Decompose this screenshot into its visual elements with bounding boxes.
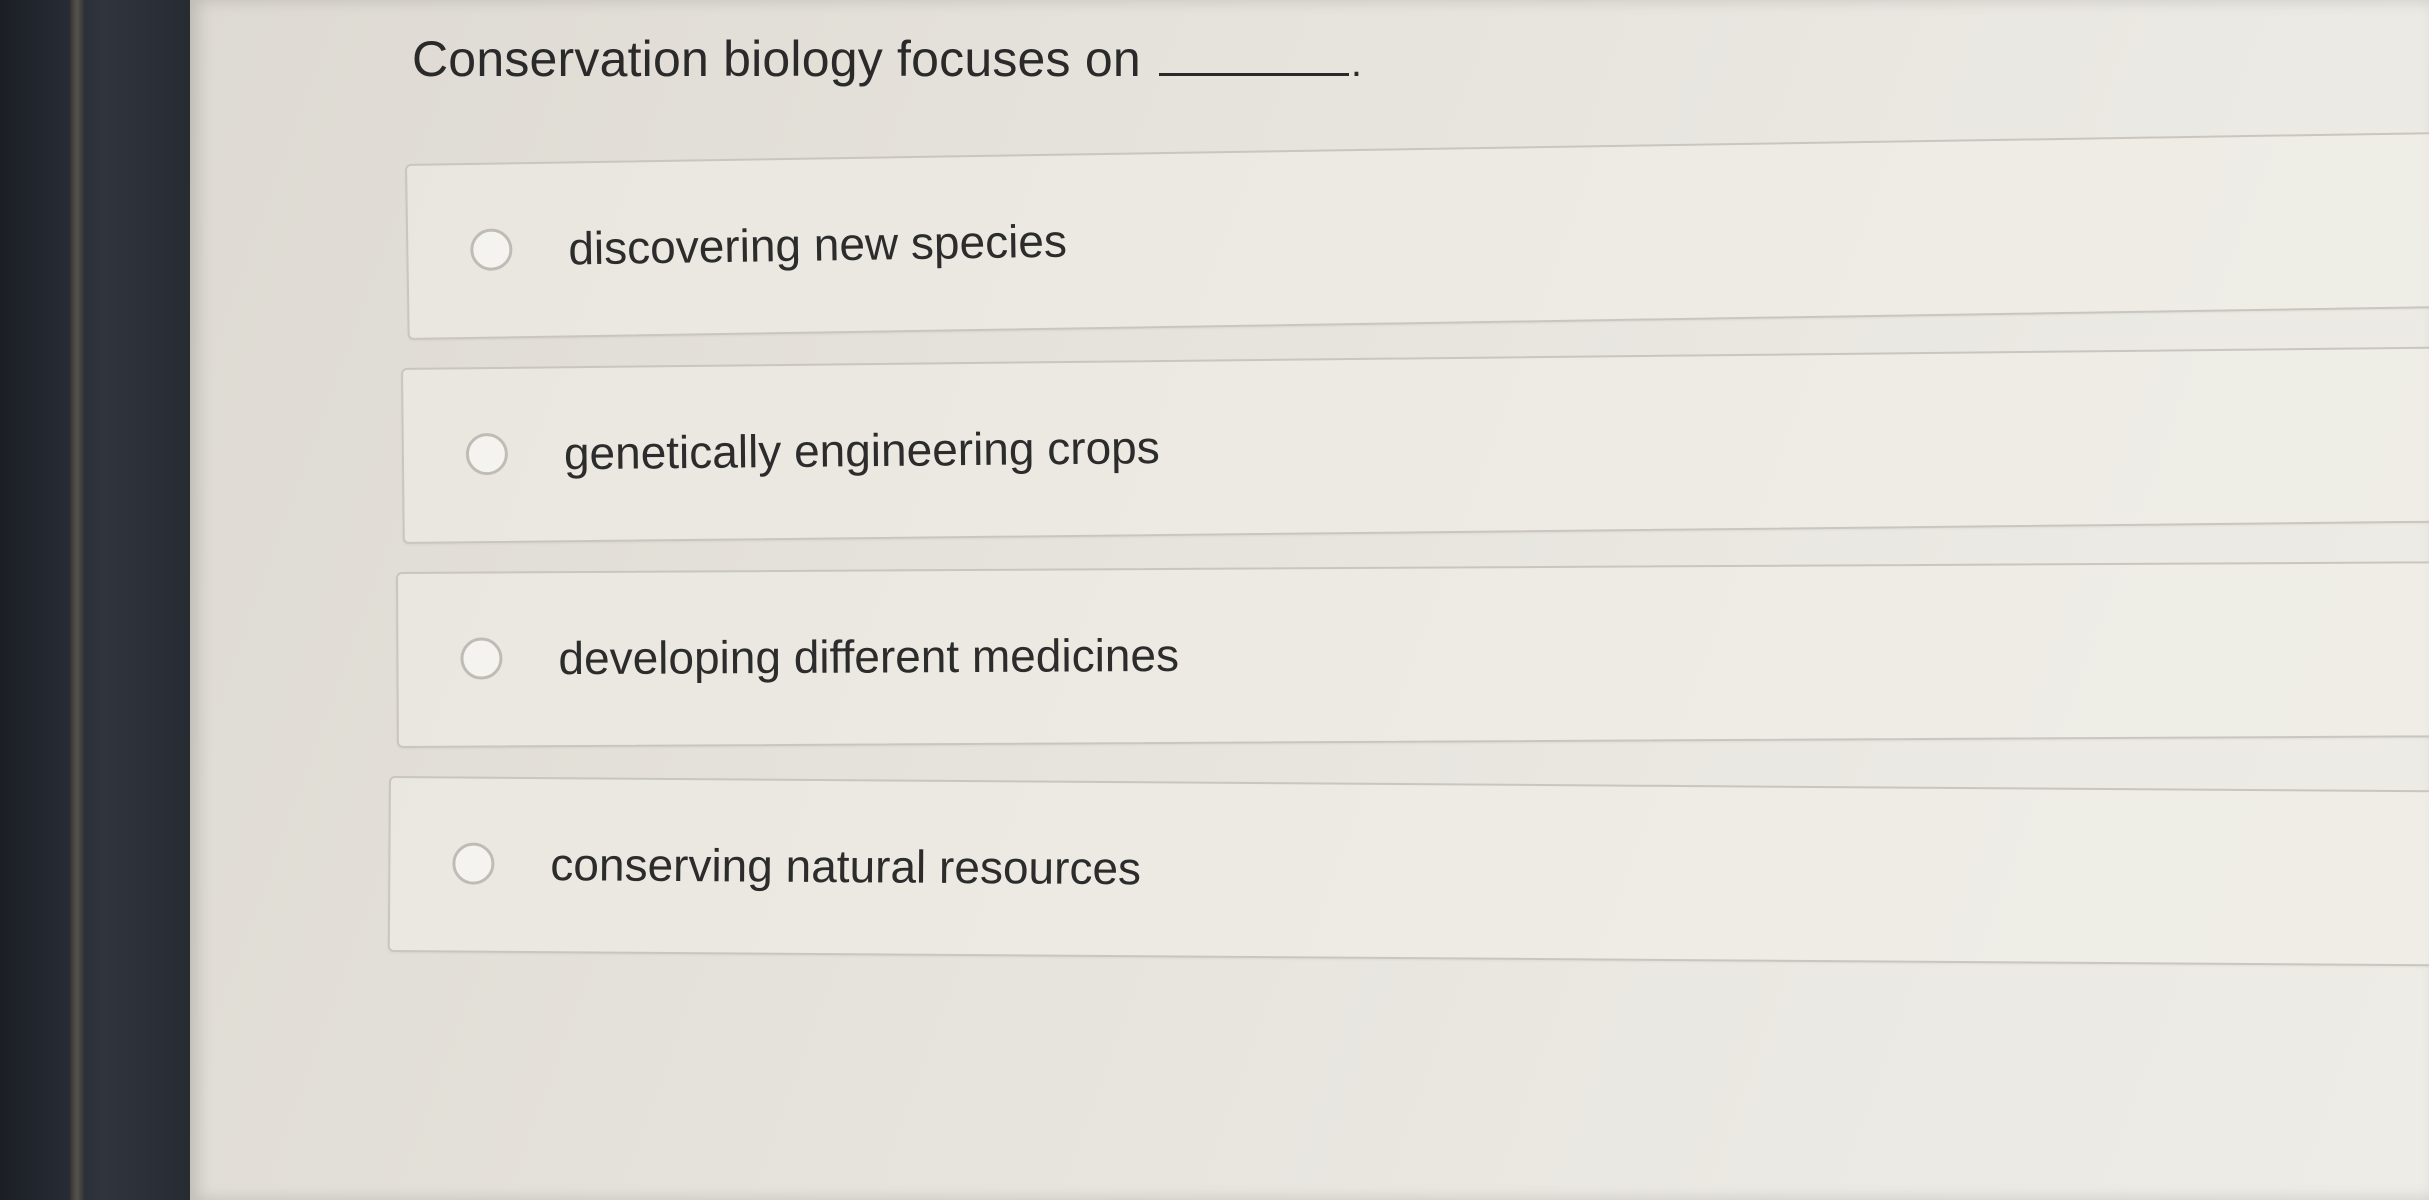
answer-option-label: discovering new species	[567, 214, 1068, 275]
radio-button-icon[interactable]	[465, 432, 509, 476]
question-period: .	[1350, 41, 1363, 85]
answer-blank	[1158, 72, 1349, 76]
radio-button-icon[interactable]	[470, 228, 513, 271]
answer-option-label: genetically engineering crops	[563, 421, 1160, 480]
monitor-bezel-edge	[70, 0, 84, 1200]
answer-option-4[interactable]: conserving natural resources	[387, 776, 2429, 967]
answer-option-label: developing different medicines	[558, 628, 1180, 685]
question-text: Conservation biology focuses on	[412, 31, 1141, 87]
answer-option-1[interactable]: discovering new species	[405, 130, 2429, 340]
answer-option-3[interactable]: developing different medicines	[396, 560, 2429, 748]
question-prompt: Conservation biology focuses on.	[412, 30, 1362, 88]
monitor-bezel	[0, 0, 205, 1200]
radio-button-icon[interactable]	[460, 637, 503, 680]
radio-button-icon[interactable]	[452, 842, 495, 885]
answer-option-2[interactable]: genetically engineering crops	[401, 345, 2429, 544]
answer-option-label: conserving natural resources	[550, 838, 1142, 895]
